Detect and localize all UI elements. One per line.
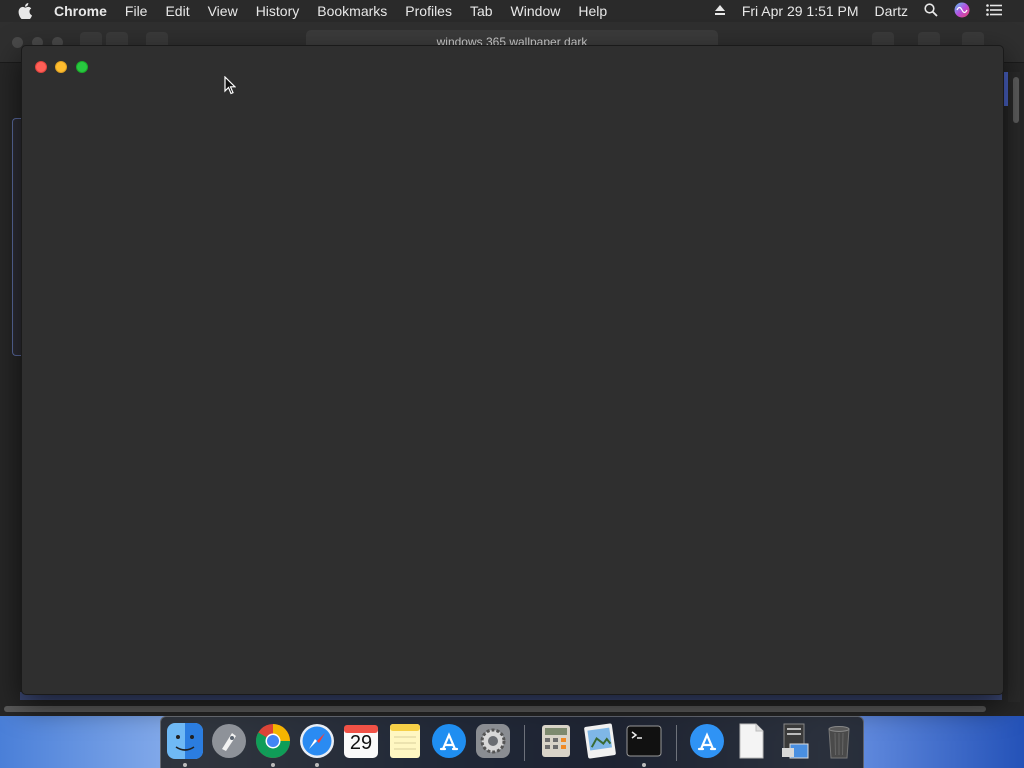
- calculator-icon[interactable]: [537, 722, 575, 760]
- html-document-icon[interactable]: [732, 722, 770, 760]
- trash-icon[interactable]: [820, 722, 858, 760]
- terminal-icon[interactable]: [625, 722, 663, 760]
- safari-running-indicator: [315, 763, 319, 767]
- menu-profiles[interactable]: Profiles: [405, 3, 452, 19]
- menu-app-name[interactable]: Chrome: [54, 3, 107, 19]
- menu-edit[interactable]: Edit: [165, 3, 189, 19]
- menubar-user[interactable]: Dartz: [875, 3, 908, 19]
- terminal-running-indicator: [642, 763, 646, 767]
- siri-icon[interactable]: [954, 2, 970, 21]
- window-maximize-button[interactable]: [76, 61, 88, 73]
- app-store-icon[interactable]: [430, 722, 468, 760]
- eject-icon[interactable]: [714, 3, 726, 19]
- menu-file[interactable]: File: [125, 3, 148, 19]
- launchpad-icon[interactable]: [210, 722, 248, 760]
- calendar-icon[interactable]: 29: [342, 722, 380, 760]
- menu-bar: Chrome File Edit View History Bookmarks …: [0, 0, 1024, 22]
- dock-separator: [676, 725, 677, 761]
- finder-running-indicator: [183, 763, 187, 767]
- downloads-stack-icon[interactable]: [776, 722, 814, 760]
- chrome-icon[interactable]: [254, 722, 292, 760]
- safari-icon[interactable]: [298, 722, 336, 760]
- bg-vertical-scrollbar[interactable]: [1008, 72, 1020, 702]
- dock: 29: [160, 716, 864, 768]
- menu-help[interactable]: Help: [578, 3, 607, 19]
- menu-bookmarks[interactable]: Bookmarks: [317, 3, 387, 19]
- app-store-download-icon[interactable]: [688, 722, 726, 760]
- menu-window[interactable]: Window: [511, 3, 561, 19]
- bg-horizontal-scrollbar[interactable]: [4, 706, 986, 712]
- spotlight-search-icon[interactable]: [924, 2, 938, 20]
- menu-tab[interactable]: Tab: [470, 3, 493, 19]
- menu-view[interactable]: View: [208, 3, 238, 19]
- bg-scroll-thumb[interactable]: [1013, 77, 1019, 123]
- menubar-datetime[interactable]: Fri Apr 29 1:51 PM: [742, 3, 859, 19]
- window-close-button[interactable]: [35, 61, 47, 73]
- calendar-day: 29: [349, 732, 373, 754]
- system-preferences-icon[interactable]: [474, 722, 512, 760]
- mouse-cursor-icon: [224, 75, 237, 100]
- apple-menu-icon[interactable]: [18, 3, 38, 19]
- chrome-running-indicator: [271, 763, 275, 767]
- preview-icon[interactable]: [581, 722, 619, 760]
- chrome-window: [21, 45, 1004, 695]
- window-minimize-button[interactable]: [55, 61, 67, 73]
- finder-icon[interactable]: [166, 722, 204, 760]
- notes-icon[interactable]: [386, 722, 424, 760]
- dock-separator: [524, 725, 525, 761]
- notification-center-icon[interactable]: [986, 3, 1002, 19]
- menu-history[interactable]: History: [256, 3, 300, 19]
